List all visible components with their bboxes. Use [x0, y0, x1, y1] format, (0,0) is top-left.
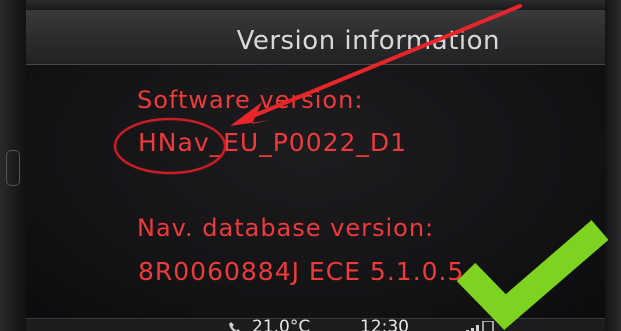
nav-database-version-label: Nav. database version: [137, 214, 435, 242]
bezel-right [605, 0, 621, 331]
software-version-label: Software version: [137, 86, 364, 114]
bezel-button[interactable] [6, 150, 20, 186]
temperature-readout: 21.0°C [252, 318, 311, 331]
green-checkmark-icon [456, 220, 609, 330]
title-bar: Version information [26, 10, 605, 65]
signal-icon [466, 321, 494, 331]
nav-database-version-value: 8R0060884J ECE 5.1.0.5 [138, 257, 465, 286]
status-bar: 21.0°C 12:30 [26, 318, 605, 331]
page-title: Version information [236, 26, 500, 56]
software-version-value: HNav_EU_P0022_D1 [138, 128, 408, 157]
clock-readout: 12:30 [360, 318, 409, 331]
phone-icon [229, 322, 240, 331]
infotainment-screen: Version information Software version: HN… [0, 0, 621, 331]
